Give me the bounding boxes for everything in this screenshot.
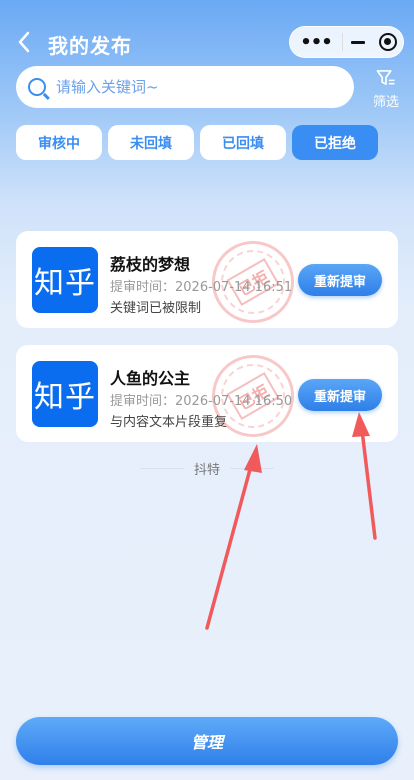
tab-rejected[interactable]: 已拒绝: [292, 125, 378, 160]
search-icon: [28, 78, 46, 96]
list-end-label: 抖特: [193, 463, 220, 478]
zhihu-logo: 知乎: [32, 361, 98, 427]
manage-button[interactable]: 管理: [16, 717, 398, 765]
tab-reviewing[interactable]: 审核中: [16, 125, 102, 160]
submit-time: 提审时间：2026-07-14 16:51: [110, 280, 293, 295]
target-icon: [379, 33, 397, 51]
back-button[interactable]: [12, 28, 36, 56]
tab-filled[interactable]: 已回填: [200, 125, 286, 160]
item-title: 人鱼的公主: [110, 369, 191, 388]
minus-icon: [351, 40, 365, 44]
mini-program-capsule: •••: [289, 26, 404, 58]
filter-button[interactable]: 筛选: [366, 70, 406, 110]
filter-label: 筛选: [372, 95, 399, 110]
resubmit-button[interactable]: 重新提审: [298, 379, 382, 411]
more-button[interactable]: •••: [290, 32, 342, 53]
search-bar[interactable]: [16, 66, 354, 108]
reject-reason: 与内容文本片段重复: [110, 415, 228, 430]
item-title: 荔枝的梦想: [110, 255, 191, 274]
chevron-left-icon: [18, 31, 30, 53]
zhihu-logo: 知乎: [32, 247, 98, 313]
list-item[interactable]: 知乎 已拒 人鱼的公主 提审时间：2026-07-14 16:50 与内容文本片…: [16, 345, 398, 442]
nav-header: 我的发布 •••: [0, 0, 414, 64]
minimize-button[interactable]: [343, 40, 373, 44]
tab-not-filled[interactable]: 未回填: [108, 125, 194, 160]
resubmit-button[interactable]: 重新提审: [298, 264, 382, 296]
submit-time: 提审时间：2026-07-14 16:50: [110, 394, 293, 409]
page-title: 我的发布: [48, 34, 132, 58]
status-tabs: 审核中 未回填 已回填 已拒绝: [16, 125, 398, 161]
filter-icon: [376, 70, 395, 86]
reject-reason: 关键词已被限制: [110, 301, 202, 316]
search-input[interactable]: [56, 78, 316, 96]
list-item[interactable]: 知乎 已拒 荔枝的梦想 提审时间：2026-07-14 16:51 关键词已被限…: [16, 231, 398, 328]
close-miniprogram-button[interactable]: [373, 33, 403, 51]
